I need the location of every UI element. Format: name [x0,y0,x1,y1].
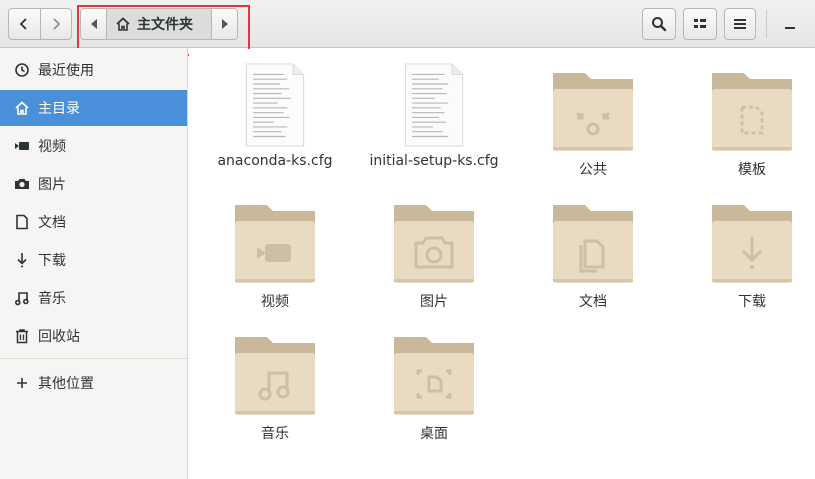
folder-name: 桌面 [420,426,448,442]
search-icon [652,17,667,32]
folder-name: 图片 [420,294,448,310]
file-item-anaconda-ks[interactable]: anaconda-ks.cfg [200,63,350,169]
sidebar-item-label: 文档 [38,215,66,231]
folder-name: 文档 [579,294,607,310]
folder-item-public[interactable]: 公共 [518,69,668,179]
sidebar-item-documents[interactable]: 文档 [0,204,187,240]
menu-icon [734,19,746,29]
triangle-right-icon [221,19,228,29]
sidebar-item-home[interactable]: 主目录 [0,90,187,126]
document-icon [14,214,30,230]
chevron-left-icon [19,18,27,30]
plus-icon [14,375,30,391]
header-separator [766,10,767,38]
file-item-initial-setup-ks[interactable]: initial-setup-ks.cfg [359,63,509,169]
folder-item-documents[interactable]: 文档 [518,201,668,311]
file-name: anaconda-ks.cfg [217,153,333,169]
triangle-left-icon [90,19,97,29]
sidebar-item-videos[interactable]: 视频 [0,128,187,164]
download-icon [14,252,30,268]
sidebar-item-label: 其他位置 [38,376,94,392]
clock-icon [14,62,30,78]
home-icon [116,17,130,31]
header-bar: 主文件夹 [0,0,815,56]
folder-name: 音乐 [261,426,289,442]
sidebar-item-label: 下载 [38,253,66,269]
sidebar: 最近使用 主目录 视频 图片 文档 下载 音乐 回收站 其他位置 [0,48,188,479]
file-grid: anaconda-ks.cfg initial-setup-ks.cfg 公共 [189,49,815,479]
path-crumb-label: 主文件夹 [137,17,193,33]
home-icon [14,100,30,116]
chevron-right-icon [53,18,61,30]
folder-name: 视频 [261,294,289,310]
sidebar-item-recent[interactable]: 最近使用 [0,52,187,88]
folder-pictures-icon [394,205,474,283]
folder-desktop-icon [394,337,474,415]
path-bar: 主文件夹 [80,8,238,40]
path-crumb-home[interactable]: 主文件夹 [106,9,212,39]
folder-documents-icon [553,205,633,283]
folder-template-icon [712,73,792,151]
sidebar-item-pictures[interactable]: 图片 [0,166,187,202]
folder-item-downloads[interactable]: 下载 [677,201,815,311]
sidebar-item-other-locations[interactable]: 其他位置 [0,365,187,401]
folder-name: 公共 [579,162,607,178]
sidebar-item-label: 最近使用 [38,63,94,79]
view-toggle-button[interactable] [683,8,717,40]
trash-icon [14,328,30,344]
sidebar-item-label: 回收站 [38,329,80,345]
folder-item-pictures[interactable]: 图片 [359,201,509,311]
folder-name: 模板 [738,162,766,178]
menu-button[interactable] [724,8,756,40]
sidebar-item-trash[interactable]: 回收站 [0,318,187,354]
folder-item-templates[interactable]: 模板 [677,69,815,179]
minimize-icon [785,27,795,29]
camera-icon [14,176,30,192]
folder-share-icon [553,73,633,151]
sidebar-item-label: 音乐 [38,291,66,307]
folder-video-icon [235,205,315,283]
music-icon [14,290,30,306]
folder-item-desktop[interactable]: 桌面 [359,333,509,443]
back-button[interactable] [9,9,40,39]
sidebar-separator [0,358,187,359]
file-name: initial-setup-ks.cfg [369,153,499,169]
minimize-button[interactable] [778,12,802,36]
sidebar-item-music[interactable]: 音乐 [0,280,187,316]
sidebar-item-label: 图片 [38,177,66,193]
text-file-icon [245,63,305,147]
view-grid-icon [694,19,706,28]
sidebar-item-label: 视频 [38,139,66,155]
folder-name: 下载 [738,294,766,310]
folder-download-icon [712,205,792,283]
nav-buttons [8,8,72,40]
path-scroll-right-button[interactable] [212,9,237,39]
search-button[interactable] [642,8,676,40]
folder-item-music[interactable]: 音乐 [200,333,350,443]
sidebar-item-downloads[interactable]: 下载 [0,242,187,278]
forward-button[interactable] [39,9,72,39]
path-scroll-left-button[interactable] [81,9,106,39]
text-file-icon [404,63,464,147]
folder-item-videos[interactable]: 视频 [200,201,350,311]
sidebar-item-label: 主目录 [38,101,80,117]
folder-music-icon [235,337,315,415]
video-icon [14,138,30,154]
